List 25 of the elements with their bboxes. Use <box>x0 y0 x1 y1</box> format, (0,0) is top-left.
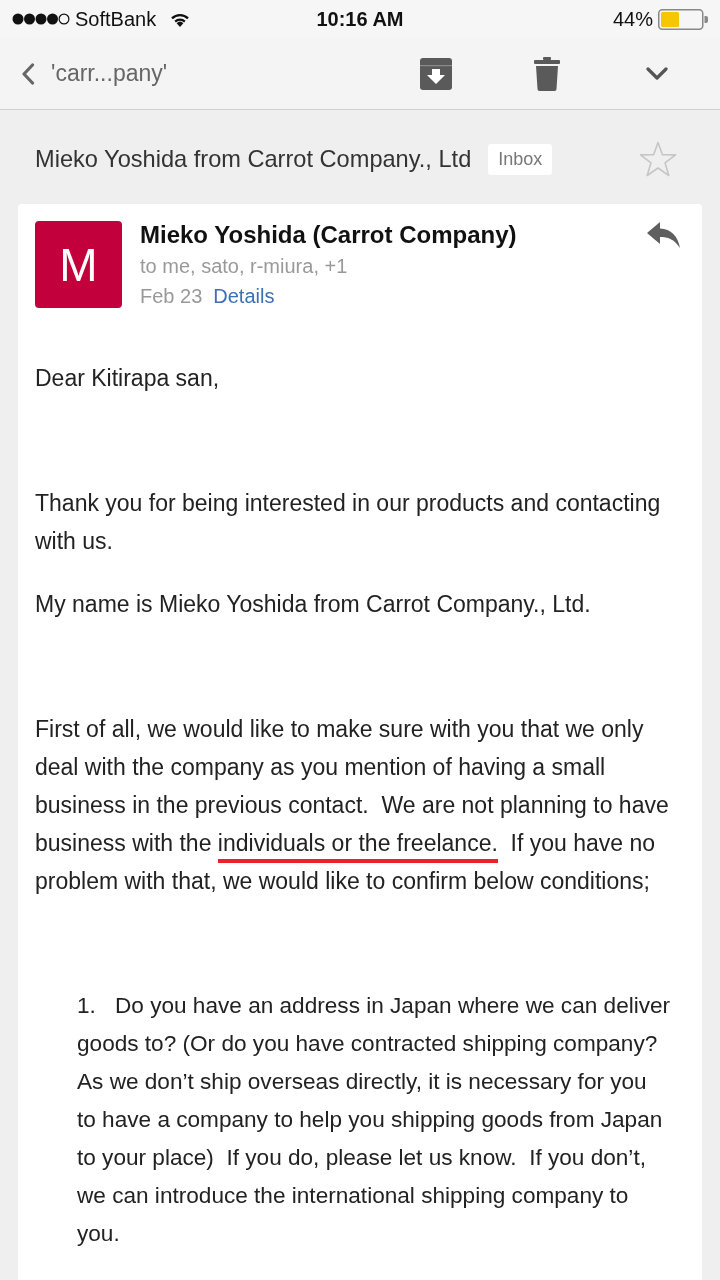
body-paragraph: My name is Mieko Yoshida from Carrot Company., Ltd. <box>35 590 592 619</box>
avatar: M <box>35 221 122 308</box>
clock-time: 10:16 AM <box>316 7 404 31</box>
reply-icon[interactable] <box>647 222 680 248</box>
message-date: Feb 23 <box>140 284 203 309</box>
battery-percent: 44% <box>612 7 653 31</box>
archive-icon[interactable] <box>420 57 452 90</box>
recipients: to me, sato, r-miura, +1 <box>140 254 349 279</box>
trash-icon[interactable] <box>534 56 560 91</box>
back-button[interactable]: 'carr...pany' <box>21 60 168 87</box>
inbox-label: Inbox <box>488 143 553 175</box>
body-paragraph: First of all, we would like to make sure with you that we only deal with the company as you mention of having a small business in the previous contact. We are not planning to have business with the individuals or the freelance. If you have no problem with that, we would like to confirm below conditions; <box>35 715 670 896</box>
body-paragraph: Dear Kitirapa san, <box>35 364 221 393</box>
list-item: 1. Do you have an address in Japan where we can deliver goods to? (Or do you have contracted shipping company? As we don’t ship overseas directly, it is necessary for you to have a company to help you shipping goods from Japan to your place) If you do, please let us know. If you don’t, we can introduce the international shipping company to you. <box>77 992 672 1248</box>
chevron-down-icon[interactable] <box>646 67 668 80</box>
carrier-name: SoftBank <box>75 7 157 31</box>
signal-dots-icon <box>12 13 70 25</box>
details-link[interactable]: Details <box>213 281 275 311</box>
sender-name: Mieko Yoshida (Carrot Company) <box>140 221 518 249</box>
star-icon[interactable] <box>639 141 677 177</box>
body-paragraph: Thank you for being interested in our products and contacting with us. <box>35 489 662 556</box>
back-icon <box>21 62 35 85</box>
wifi-icon <box>170 11 191 27</box>
subject-title: Mieko Yoshida from Carrot Company., Ltd <box>35 145 472 173</box>
battery-icon <box>658 8 708 30</box>
